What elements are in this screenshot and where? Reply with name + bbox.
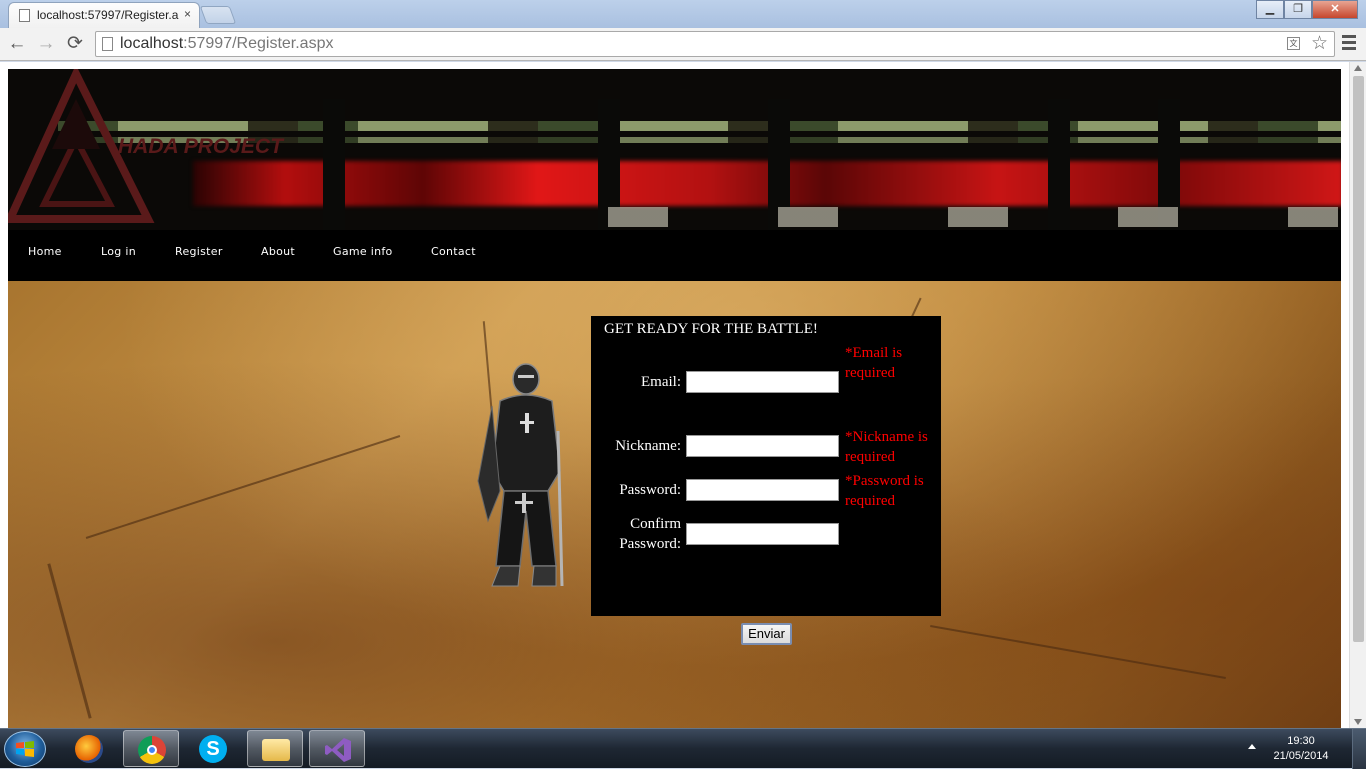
forward-button[interactable]: → <box>34 32 58 56</box>
password-field[interactable] <box>686 479 839 501</box>
nickname-label: Nickname: <box>615 438 681 454</box>
skype-icon: S <box>199 735 227 763</box>
address-url[interactable]: localhost:57997/Register.aspx <box>120 35 333 53</box>
knight-illustration <box>477 363 564 587</box>
site-wrapper: HADA PROJECT Home Log in Register About … <box>8 69 1341 728</box>
clock-date: 21/05/2014 <box>1273 750 1329 762</box>
email-label: Email: <box>641 374 681 390</box>
nav-game-info[interactable]: Game info <box>333 245 393 258</box>
taskbar-skype[interactable]: S <box>185 730 241 767</box>
email-error: *Email is required <box>845 345 903 381</box>
show-hidden-icons-icon[interactable] <box>1248 744 1256 749</box>
minimize-button[interactable]: ▁ <box>1256 0 1284 19</box>
tab-title: localhost:57997/Register.a <box>37 8 179 22</box>
address-bar[interactable]: localhost:57997/Register.aspx 文 ☆ <box>95 31 1335 57</box>
bookmark-star-icon[interactable]: ☆ <box>1311 32 1328 55</box>
reload-button[interactable]: ⟳ <box>63 32 87 56</box>
window-close-button[interactable]: ✕ <box>1312 0 1358 19</box>
browser-tab-active[interactable]: localhost:57997/Register.a × <box>8 2 200 28</box>
scroll-up-icon[interactable] <box>1354 65 1362 71</box>
new-tab-button[interactable] <box>199 6 237 24</box>
taskbar-file-explorer[interactable] <box>247 730 303 767</box>
scrollbar-thumb[interactable] <box>1353 76 1364 642</box>
start-button[interactable] <box>4 731 46 767</box>
nav-home[interactable]: Home <box>28 245 62 258</box>
nickname-field[interactable] <box>686 435 839 457</box>
nav-log-in[interactable]: Log in <box>101 245 136 258</box>
email-field[interactable] <box>686 371 839 393</box>
back-button[interactable]: ← <box>5 32 29 56</box>
maximize-button[interactable]: ❐ <box>1284 0 1312 19</box>
form-title: GET READY FOR THE BATTLE! <box>604 321 818 337</box>
main-nav: Home Log in Register About Game info Con… <box>8 230 1341 281</box>
taskbar-visual-studio[interactable] <box>309 730 365 767</box>
register-form: GET READY FOR THE BATTLE! Email: *Email … <box>591 316 941 616</box>
site-header-banner: HADA PROJECT <box>8 69 1341 230</box>
browser-toolbar: ← → ⟳ localhost:57997/Register.aspx 文 ☆ <box>0 28 1366 61</box>
folder-icon <box>262 739 290 761</box>
translate-icon[interactable]: 文 <box>1287 37 1300 50</box>
tab-close-icon[interactable]: × <box>184 7 191 21</box>
show-desktop-button[interactable] <box>1352 729 1366 769</box>
nav-contact[interactable]: Contact <box>431 245 476 258</box>
nickname-error: *Nickname is required <box>845 429 928 465</box>
confirm-password-label: Confirm Password: <box>619 516 681 552</box>
page-favicon-icon <box>19 9 30 22</box>
taskbar-chrome[interactable] <box>123 730 179 767</box>
visual-studio-icon <box>325 738 351 762</box>
page-viewport: HADA PROJECT Home Log in Register About … <box>0 62 1366 728</box>
password-label: Password: <box>619 482 681 498</box>
taskbar-firefox[interactable] <box>61 730 117 767</box>
password-error: *Password is required <box>845 473 924 509</box>
taskbar-clock[interactable]: 19:30 21/05/2014 <box>1266 734 1336 764</box>
content-area: GET READY FOR THE BATTLE! Email: *Email … <box>8 281 1341 728</box>
page-scrollbar[interactable] <box>1349 62 1366 728</box>
window-controls: ▁ ❐ ✕ <box>1256 0 1358 19</box>
submit-button[interactable]: Enviar <box>741 623 792 645</box>
confirm-password-field[interactable] <box>686 523 839 545</box>
page-icon <box>102 37 113 51</box>
logo-text: HADA PROJECT <box>118 135 283 158</box>
firefox-icon <box>75 735 103 763</box>
nav-register[interactable]: Register <box>175 245 223 258</box>
chrome-menu-icon[interactable] <box>1342 35 1356 53</box>
browser-titlebar: localhost:57997/Register.a × ▁ ❐ ✕ <box>0 0 1366 28</box>
nav-about[interactable]: About <box>261 245 295 258</box>
scroll-down-icon[interactable] <box>1354 719 1362 725</box>
clock-time: 19:30 <box>1287 735 1315 747</box>
windows-taskbar: S 19:30 21/05/2014 <box>0 728 1366 769</box>
windows-logo-icon <box>16 741 34 757</box>
